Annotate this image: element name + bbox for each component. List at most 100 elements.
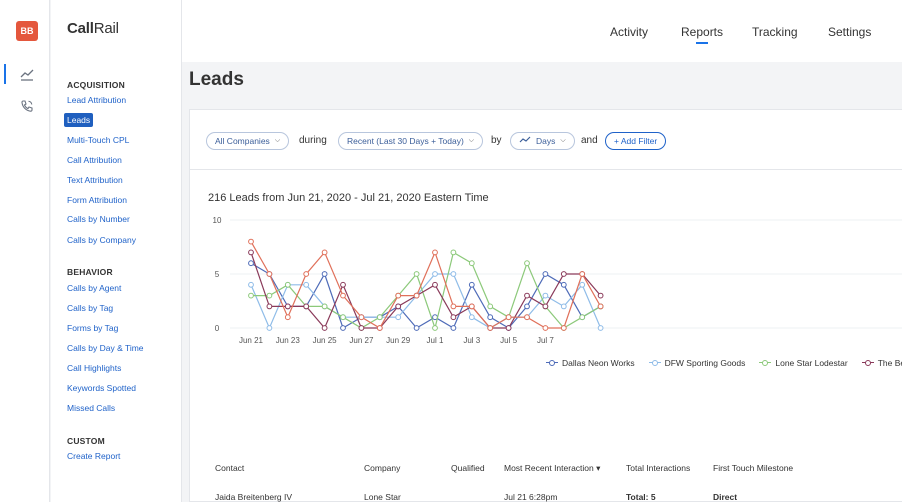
sidebar-item-multi-touch-cpl[interactable]: Multi-Touch CPL bbox=[67, 135, 129, 145]
data-point[interactable] bbox=[432, 271, 438, 277]
data-point[interactable] bbox=[413, 325, 420, 331]
sidebar-item-call-attribution[interactable]: Call Attribution bbox=[67, 155, 122, 165]
data-point[interactable] bbox=[284, 314, 291, 321]
data-point[interactable] bbox=[432, 325, 438, 331]
data-point[interactable] bbox=[579, 314, 586, 321]
data-point[interactable] bbox=[248, 292, 254, 299]
data-point[interactable] bbox=[542, 325, 549, 331]
sidebar-item-form-attribution[interactable]: Form Attribution bbox=[67, 195, 127, 205]
data-point[interactable] bbox=[358, 314, 365, 321]
data-point[interactable] bbox=[450, 271, 457, 277]
sidebar-item-leads[interactable]: Leads bbox=[64, 113, 94, 127]
interval-select[interactable]: Days ⌵ bbox=[510, 132, 575, 150]
data-point[interactable] bbox=[597, 325, 604, 331]
data-point[interactable] bbox=[579, 271, 586, 277]
data-point[interactable] bbox=[487, 303, 494, 310]
sidebar-item-lead-attribution[interactable]: Lead Attribution bbox=[67, 95, 126, 105]
callrail-logo[interactable]: CallRail bbox=[67, 20, 119, 37]
data-point[interactable] bbox=[266, 271, 273, 277]
data-point[interactable] bbox=[487, 314, 494, 321]
data-point[interactable] bbox=[321, 325, 328, 331]
legend-item[interactable]: The Bel bbox=[861, 358, 902, 368]
data-point[interactable] bbox=[284, 303, 291, 310]
data-point[interactable] bbox=[266, 292, 273, 299]
data-point[interactable] bbox=[524, 303, 530, 310]
data-point[interactable] bbox=[413, 292, 420, 299]
data-point[interactable] bbox=[321, 303, 328, 310]
data-point[interactable] bbox=[450, 314, 457, 321]
sidebar-item-calls-by-day-time[interactable]: Calls by Day & Time bbox=[67, 343, 144, 353]
data-point[interactable] bbox=[450, 325, 457, 331]
data-point[interactable] bbox=[432, 249, 438, 256]
data-point[interactable] bbox=[376, 325, 383, 331]
data-point[interactable] bbox=[468, 303, 475, 310]
column-contact[interactable]: Contact bbox=[215, 463, 244, 473]
data-point[interactable] bbox=[560, 271, 567, 277]
data-point[interactable] bbox=[524, 292, 530, 299]
user-avatar[interactable]: BB bbox=[16, 21, 38, 41]
data-point[interactable] bbox=[505, 325, 512, 331]
data-point[interactable] bbox=[266, 325, 273, 331]
data-point[interactable] bbox=[340, 292, 346, 299]
data-point[interactable] bbox=[560, 303, 567, 310]
data-point[interactable] bbox=[579, 281, 586, 288]
column-qualified[interactable]: Qualified bbox=[451, 463, 485, 473]
data-point[interactable] bbox=[303, 281, 310, 288]
legend-item[interactable]: DFW Sporting Goods bbox=[648, 358, 745, 368]
data-point[interactable] bbox=[542, 303, 549, 310]
data-point[interactable] bbox=[505, 314, 512, 321]
sidebar-item-forms-by-tag[interactable]: Forms by Tag bbox=[67, 323, 118, 333]
data-point[interactable] bbox=[284, 281, 291, 288]
column-total-interactions[interactable]: Total Interactions bbox=[626, 463, 690, 473]
sidebar-item-calls-by-company[interactable]: Calls by Company bbox=[67, 235, 136, 245]
company-filter-select[interactable]: All Companies ⌵ bbox=[206, 132, 290, 150]
date-range-select[interactable]: Recent (Last 30 Days + Today) ⌵ bbox=[338, 132, 484, 150]
data-point[interactable] bbox=[303, 271, 310, 277]
data-point[interactable] bbox=[468, 281, 475, 288]
data-point[interactable] bbox=[248, 281, 254, 288]
data-point[interactable] bbox=[321, 249, 328, 256]
tab-settings[interactable]: Settings bbox=[828, 25, 871, 39]
data-point[interactable] bbox=[597, 292, 604, 299]
data-point[interactable] bbox=[248, 249, 254, 256]
data-point[interactable] bbox=[248, 260, 254, 267]
phone-tracking-icon[interactable] bbox=[19, 98, 35, 114]
data-point[interactable] bbox=[468, 314, 475, 321]
column-company[interactable]: Company bbox=[364, 463, 400, 473]
data-point[interactable] bbox=[340, 325, 346, 331]
sidebar-item-call-highlights[interactable]: Call Highlights bbox=[67, 363, 121, 373]
data-point[interactable] bbox=[468, 260, 475, 267]
column-most-recent-interaction[interactable]: Most Recent Interaction ▾ bbox=[504, 463, 600, 474]
data-point[interactable] bbox=[395, 292, 402, 299]
data-point[interactable] bbox=[248, 238, 254, 245]
sidebar-item-calls-by-number[interactable]: Calls by Number bbox=[67, 214, 130, 224]
reports-chart-icon[interactable] bbox=[19, 66, 35, 82]
data-point[interactable] bbox=[432, 281, 438, 288]
data-point[interactable] bbox=[597, 303, 604, 310]
sidebar-item-calls-by-agent[interactable]: Calls by Agent bbox=[67, 283, 121, 293]
tab-reports[interactable]: Reports bbox=[681, 25, 723, 39]
legend-item[interactable]: Lone Star Lodestar bbox=[759, 358, 848, 368]
data-point[interactable] bbox=[340, 314, 346, 321]
add-filter-button[interactable]: + Add Filter bbox=[605, 132, 667, 150]
data-point[interactable] bbox=[450, 303, 457, 310]
data-point[interactable] bbox=[542, 271, 549, 277]
sidebar-item-create-report[interactable]: Create Report bbox=[67, 451, 120, 461]
sidebar-item-keywords-spotted[interactable]: Keywords Spotted bbox=[67, 383, 136, 393]
cell-contact[interactable]: Jaida Breitenberg IV bbox=[215, 492, 292, 502]
data-point[interactable] bbox=[560, 325, 567, 331]
data-point[interactable] bbox=[395, 314, 402, 321]
data-point[interactable] bbox=[321, 271, 328, 277]
data-point[interactable] bbox=[340, 281, 346, 288]
sidebar-item-text-attribution[interactable]: Text Attribution bbox=[67, 175, 123, 185]
data-point[interactable] bbox=[542, 292, 549, 299]
data-point[interactable] bbox=[303, 303, 310, 310]
data-point[interactable] bbox=[560, 281, 567, 288]
data-point[interactable] bbox=[266, 303, 273, 310]
tab-tracking[interactable]: Tracking bbox=[752, 25, 798, 39]
data-point[interactable] bbox=[376, 314, 383, 321]
data-point[interactable] bbox=[395, 303, 402, 310]
data-point[interactable] bbox=[524, 260, 530, 267]
data-point[interactable] bbox=[450, 249, 457, 256]
legend-item[interactable]: Dallas Neon Works bbox=[546, 358, 635, 368]
